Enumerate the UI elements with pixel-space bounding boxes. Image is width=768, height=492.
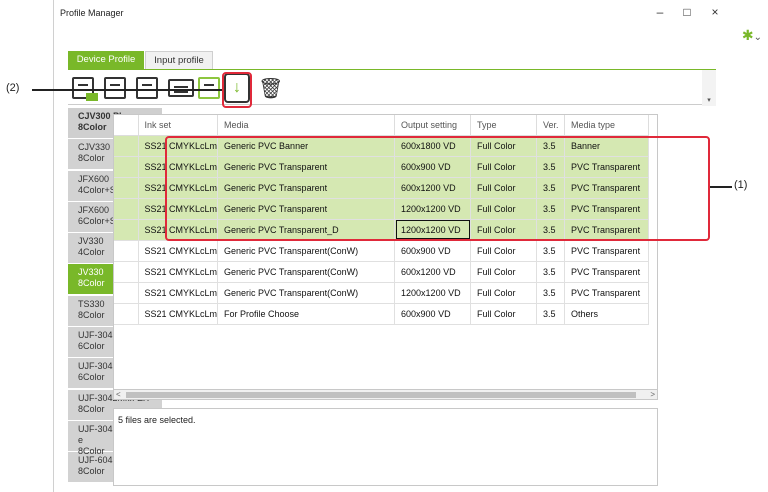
column-header[interactable] bbox=[114, 115, 139, 136]
status-text: 5 files are selected. bbox=[118, 415, 196, 425]
selected-rows-callout bbox=[165, 136, 710, 241]
window-title: Profile Manager bbox=[60, 8, 124, 18]
profile-doc-icon[interactable] bbox=[72, 74, 98, 102]
table-cell: Full Color bbox=[470, 282, 538, 304]
table-cell: 1200x1200 VD bbox=[394, 282, 472, 304]
table-row[interactable]: SS21 CMYKLcLm For Profile Choose 600x900 V… bbox=[114, 303, 650, 325]
table-cell: 600x900 VD bbox=[394, 303, 472, 325]
table-cell: 600x1200 VD bbox=[394, 261, 472, 283]
close-button[interactable]: × bbox=[708, 5, 722, 19]
table-cell: SS21 CMYKLcLm bbox=[138, 261, 219, 283]
table-cell: 3.5 bbox=[536, 261, 566, 283]
table-cell: 600x900 VD bbox=[394, 240, 472, 262]
scrollbar-thumb[interactable] bbox=[126, 392, 636, 398]
table-cell: Generic PVC Transparent(ConW) bbox=[217, 240, 396, 262]
table-cell bbox=[114, 219, 139, 241]
column-header[interactable]: Output setting bbox=[394, 115, 472, 136]
minimize-button[interactable]: – bbox=[653, 5, 667, 19]
table-row[interactable]: SS21 CMYKLcLm Generic PVC Transparent(Con… bbox=[114, 240, 650, 262]
column-header[interactable]: Media type bbox=[564, 115, 650, 136]
table-row[interactable]: SS21 CMYKLcLm Generic PVC Transparent(Con… bbox=[114, 261, 650, 283]
column-header[interactable]: Ver. bbox=[536, 115, 566, 136]
profile-doc-install-icon[interactable] bbox=[104, 74, 126, 102]
status-panel: 5 files are selected. bbox=[113, 408, 658, 486]
table-cell: Generic PVC Transparent(ConW) bbox=[217, 261, 396, 283]
table-cell: Full Color bbox=[470, 240, 538, 262]
table-cell bbox=[114, 156, 139, 178]
callout-line-1 bbox=[710, 186, 732, 188]
table-cell: PVC Transparent bbox=[564, 282, 650, 304]
table-cell: 3.5 bbox=[536, 303, 566, 325]
table-cell bbox=[114, 177, 139, 199]
profile-doc-sync-icon[interactable] bbox=[198, 74, 220, 102]
table-cell bbox=[114, 282, 139, 304]
column-header[interactable]: Ink set bbox=[138, 115, 219, 136]
tab-device-profile[interactable]: Device Profile bbox=[68, 51, 144, 69]
table-cell: Full Color bbox=[470, 261, 538, 283]
table-cell: SS21 CMYKLcLm bbox=[138, 240, 219, 262]
callout-label-1: (1) bbox=[734, 179, 748, 191]
callout-line-2 bbox=[32, 89, 222, 91]
table-cell: SS21 CMYKLcLm bbox=[138, 282, 219, 304]
table-cell: PVC Transparent bbox=[564, 240, 650, 262]
table-cell bbox=[114, 240, 139, 262]
table-cell bbox=[114, 135, 139, 157]
table-cell bbox=[114, 198, 139, 220]
trash-icon[interactable]: 🗑 bbox=[258, 74, 283, 102]
maximize-button[interactable]: □ bbox=[680, 5, 694, 19]
callout-label-2: (2) bbox=[6, 82, 20, 94]
toolbar-scroll-marker[interactable]: ▾ bbox=[702, 70, 716, 106]
profile-doc-edit-icon[interactable] bbox=[136, 74, 158, 102]
table-cell: For Profile Choose bbox=[217, 303, 396, 325]
horizontal-scrollbar[interactable]: < > bbox=[113, 389, 658, 400]
table-cell: Others bbox=[564, 303, 650, 325]
table-cell bbox=[114, 303, 139, 325]
table-cell: Generic PVC Transparent(ConW) bbox=[217, 282, 396, 304]
gear-icon: ✱ bbox=[741, 27, 754, 43]
column-header[interactable]: Media bbox=[217, 115, 396, 136]
scroll-left-arrow[interactable]: < bbox=[116, 390, 121, 399]
table-cell: PVC Transparent bbox=[564, 261, 650, 283]
table-cell: 3.5 bbox=[536, 282, 566, 304]
column-header[interactable]: Type bbox=[470, 115, 538, 136]
table-cell: Full Color bbox=[470, 303, 538, 325]
settings-button[interactable]: ✱⌄ bbox=[742, 27, 762, 44]
table-cell: 3.5 bbox=[536, 240, 566, 262]
chevron-down-icon: ⌄ bbox=[753, 32, 762, 43]
table-cell: SS21 CMYKLcLm bbox=[138, 303, 219, 325]
tab-input-profile[interactable]: Input profile bbox=[145, 51, 213, 69]
scroll-right-arrow[interactable]: > bbox=[650, 390, 655, 399]
save-button-callout bbox=[222, 72, 252, 108]
table-cell bbox=[114, 261, 139, 283]
profile-doc-split-icon[interactable] bbox=[168, 74, 194, 102]
toolbar: ↓ 🗑 ▾ bbox=[68, 69, 716, 106]
table-row[interactable]: SS21 CMYKLcLm Generic PVC Transparent(Con… bbox=[114, 282, 650, 304]
